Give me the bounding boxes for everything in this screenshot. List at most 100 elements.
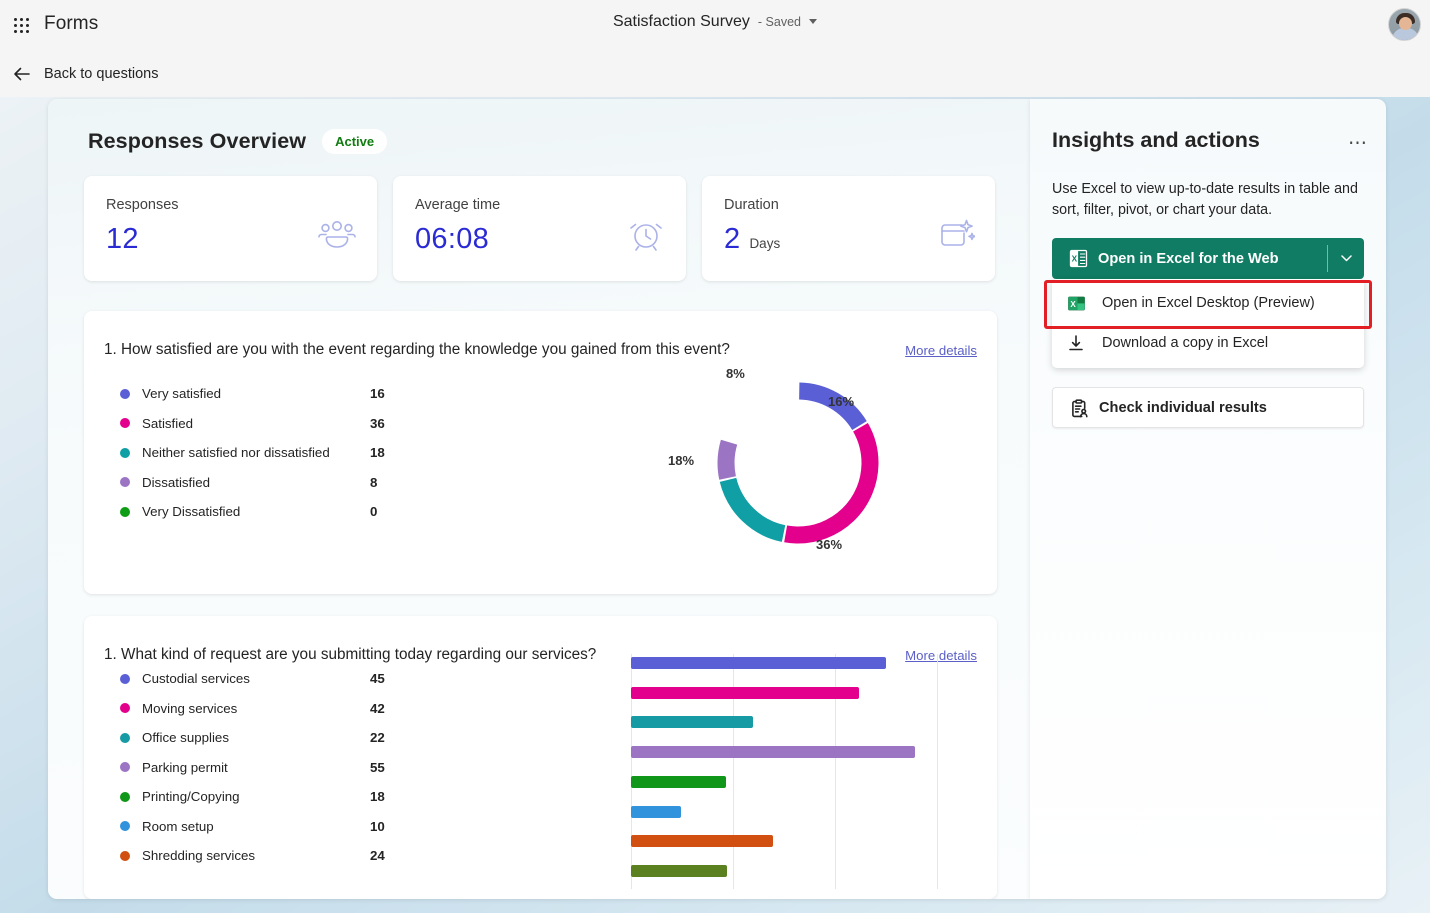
legend-value: 42 (370, 700, 385, 716)
legend-value: 8 (370, 474, 378, 490)
list-item: Satisfied 36 (120, 409, 385, 439)
legend-color-swatch (120, 850, 130, 861)
list-item: Office supplies 22 (120, 723, 385, 753)
avatar[interactable] (1388, 8, 1421, 41)
legend-color-swatch (120, 447, 130, 458)
stat-value: 06:08 (415, 223, 490, 255)
donut-percent-label: 36% (816, 537, 843, 552)
legend-value: 10 (370, 818, 385, 834)
excel-icon: X (1066, 293, 1086, 313)
bar (631, 716, 753, 728)
legend-label: Satisfied (142, 415, 193, 431)
menu-item-label: Open in Excel Desktop (Preview) (1102, 295, 1315, 311)
question-title: 1. What kind of request are you submitti… (104, 646, 597, 663)
legend-value: 55 (370, 759, 385, 775)
download-icon (1066, 333, 1086, 353)
legend-label: Shredding services (142, 848, 256, 864)
more-details-link[interactable]: More details (905, 343, 977, 358)
legend-color-swatch (120, 506, 130, 517)
stat-label: Duration (724, 197, 779, 213)
overview-header: Responses Overview Active (88, 129, 388, 154)
page-title: Responses Overview (88, 129, 307, 153)
back-to-questions-link[interactable]: Back to questions (44, 66, 158, 82)
donut-percent-label: 16% (828, 394, 855, 409)
clock-icon (626, 216, 666, 252)
legend-label: Room setup (142, 818, 214, 834)
list-item: Shredding services 24 (120, 841, 385, 871)
chevron-down-icon[interactable] (809, 19, 818, 24)
bar (631, 657, 886, 669)
list-item: Very Dissatisfied 0 (120, 497, 385, 527)
legend-color-swatch (120, 673, 130, 684)
stat-value: 2 (724, 223, 741, 255)
legend-label: Custodial services (142, 671, 250, 687)
menu-item-download-copy-in-excel[interactable]: Download a copy in Excel (1052, 323, 1364, 363)
legend-label: Printing/Copying (142, 789, 240, 805)
insights-and-actions-panel: Insights and actions ⋯ Use Excel to view… (1030, 99, 1386, 899)
bar (631, 806, 681, 818)
stat-card-list: Responses 12 Average time 06:08 Duration… (84, 176, 995, 281)
legend-label: Moving services (142, 700, 238, 716)
legend-value: 22 (370, 730, 385, 746)
excel-options-menu: X Open in Excel Desktop (Preview) Downlo… (1052, 279, 1364, 368)
people-icon (317, 216, 357, 252)
bar (631, 865, 727, 877)
button-label: Open in Excel for the Web (1098, 250, 1279, 267)
chevron-down-icon[interactable] (1341, 255, 1352, 262)
list-item: Very satisfied 16 (120, 379, 385, 409)
svg-text:X: X (1070, 300, 1076, 309)
chart-legend: Very satisfied 16 Satisfied 36 Neither s… (120, 379, 385, 527)
clipboard-person-icon (1070, 399, 1089, 418)
arrow-left-icon[interactable] (12, 64, 32, 84)
stat-card-duration: Duration 2 Days (702, 176, 995, 281)
button-divider (1327, 245, 1328, 272)
legend-value: 16 (370, 386, 385, 402)
legend-value: 36 (370, 415, 385, 431)
document-title: Satisfaction Survey (612, 13, 750, 30)
bar (631, 835, 773, 847)
legend-color-swatch (120, 821, 130, 832)
menu-item-label: Download a copy in Excel (1102, 335, 1269, 351)
list-item: Printing/Copying 18 (120, 782, 385, 812)
check-individual-results-button[interactable]: Check individual results (1052, 387, 1364, 428)
question-header: 1. How satisfied are you with the event … (104, 341, 977, 359)
legend-label: Parking permit (142, 759, 228, 775)
stat-unit: Days (749, 236, 781, 251)
donut-percent-label: 18% (668, 453, 695, 468)
legend-color-swatch (120, 762, 130, 773)
list-item: Dissatisfied 8 (120, 468, 385, 498)
legend-label: Office supplies (142, 730, 229, 746)
panel-description: Use Excel to view up-to-date results in … (1052, 181, 1358, 218)
list-item: Neither satisfied nor dissatisfied 18 (120, 438, 385, 468)
donut-percent-label: 8% (726, 366, 745, 381)
question-card: 1. How satisfied are you with the event … (84, 311, 997, 594)
legend-color-swatch (120, 388, 130, 399)
saved-status: - Saved (757, 15, 802, 29)
legend-value: 45 (370, 671, 385, 687)
svg-text:X: X (1072, 255, 1078, 264)
legend-value: 18 (370, 445, 385, 461)
responses-overview-panel: Responses Overview Active Responses 12 A… (48, 99, 1030, 899)
stat-value: 12 (106, 223, 139, 255)
button-label: Check individual results (1099, 399, 1267, 416)
bar (631, 746, 915, 758)
chart-legend: Custodial services 45 Moving services 42… (120, 664, 385, 871)
status-badge: Active (322, 129, 388, 154)
list-item: Custodial services 45 (120, 664, 385, 694)
open-in-excel-for-web-button[interactable]: X Open in Excel for the Web (1052, 238, 1364, 279)
calendar-sparkle-icon (935, 216, 975, 252)
legend-color-swatch (120, 703, 130, 714)
menu-item-open-in-excel-desktop[interactable]: X Open in Excel Desktop (Preview) (1052, 283, 1364, 323)
bar-chart (595, 654, 940, 889)
question-card: 1. What kind of request are you submitti… (84, 616, 997, 899)
legend-color-swatch (120, 418, 130, 429)
legend-color-swatch (120, 477, 130, 488)
question-title: 1. How satisfied are you with the event … (104, 341, 730, 358)
ellipsis-icon[interactable]: ⋯ (1348, 132, 1368, 155)
legend-label: Very Dissatisfied (142, 504, 241, 520)
legend-value: 24 (370, 848, 385, 864)
legend-color-swatch (120, 791, 130, 802)
legend-label: Very satisfied (142, 386, 222, 402)
list-item: Parking permit 55 (120, 753, 385, 783)
back-bar: Back to questions (0, 51, 1430, 97)
